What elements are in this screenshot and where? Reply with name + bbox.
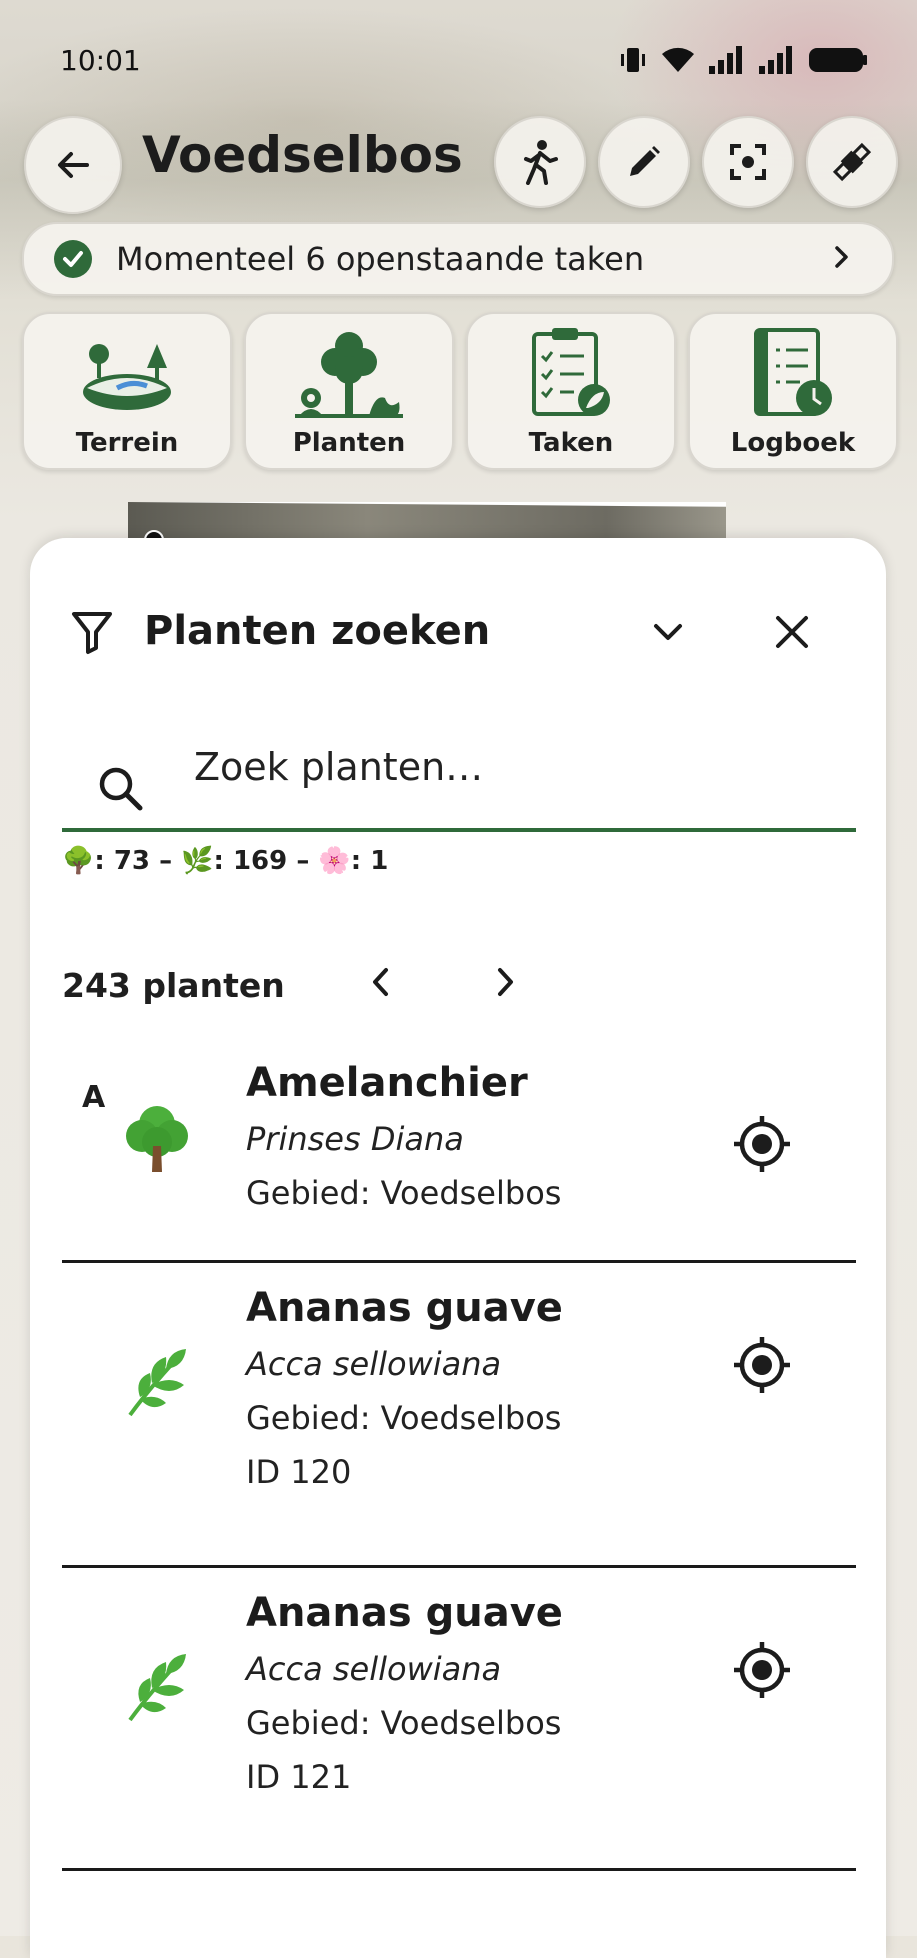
- plant-list-item[interactable]: A Amelanchier Prinses Diana Gebied: Voed…: [62, 1038, 856, 1263]
- plant-search-sheet: Planten zoeken 🌳: 73 – 🌿: 169 – 🌸: 1 243…: [30, 538, 886, 1958]
- sheet-header: Planten zoeken: [70, 608, 846, 668]
- plant-area: Gebied: Voedselbos: [246, 1399, 562, 1437]
- chevron-down-icon: [654, 624, 682, 640]
- plant-name: Amelanchier: [246, 1060, 528, 1106]
- plant-id: ID 120: [246, 1453, 352, 1491]
- terrain-icon: [83, 344, 171, 410]
- locate-button[interactable]: [732, 1335, 792, 1399]
- gps-target-icon: [734, 1642, 790, 1698]
- satellite-icon: [832, 142, 872, 182]
- focus-icon: [730, 144, 766, 180]
- map-preview[interactable]: [128, 502, 726, 550]
- next-page-button[interactable]: [484, 962, 524, 1006]
- tile-label: Planten: [292, 428, 406, 458]
- plant-latin-name: Acca sellowiana: [246, 1345, 502, 1383]
- satellite-button[interactable]: [806, 116, 898, 208]
- result-pager: 243 planten: [62, 962, 562, 1012]
- result-count: 243 planten: [62, 966, 285, 1005]
- tile-label: Taken: [528, 428, 614, 458]
- plant-list-item[interactable]: Ananas guave Acca sellowiana Gebied: Voe…: [62, 1568, 856, 1871]
- status-bar: 10:01: [60, 40, 869, 80]
- tile-planten[interactable]: Planten: [244, 312, 454, 470]
- close-icon: [776, 616, 808, 648]
- gps-target-icon: [734, 1116, 790, 1172]
- signal-icon-2: [757, 44, 797, 80]
- tasks-icon: [532, 328, 610, 416]
- check-circle-icon: [54, 240, 92, 278]
- search-icon: [96, 764, 146, 818]
- gps-target-icon: [734, 1337, 790, 1393]
- signal-icon: [707, 44, 747, 80]
- logbook-icon: [754, 328, 832, 416]
- plant-name: Ananas guave: [246, 1285, 563, 1331]
- edit-icon: [630, 146, 660, 176]
- herb-count: 169: [232, 846, 288, 876]
- edit-button[interactable]: [598, 116, 690, 208]
- close-button[interactable]: [770, 610, 814, 658]
- vibrate-icon: [617, 44, 649, 80]
- search-input[interactable]: [192, 738, 796, 796]
- battery-icon: [807, 44, 869, 80]
- herb-icon: [122, 1345, 192, 1423]
- tree-emoji: 🌳: [62, 846, 95, 876]
- plant-list-item[interactable]: Ananas guave Acca sellowiana Gebied: Voe…: [62, 1263, 856, 1568]
- tree-count: 73: [113, 846, 151, 876]
- plant-id: ID 121: [246, 1758, 352, 1796]
- tree-icon: [122, 1100, 192, 1178]
- status-time: 10:01: [60, 44, 141, 77]
- plant-latin-name: Prinses Diana: [246, 1120, 464, 1158]
- herb-emoji: 🌿: [181, 846, 214, 876]
- previous-page-button[interactable]: [362, 962, 402, 1006]
- flower-count: 1: [370, 846, 389, 876]
- tile-taken[interactable]: Taken: [466, 312, 676, 470]
- sheet-title: Planten zoeken: [144, 608, 491, 654]
- open-tasks-banner[interactable]: Momenteel 6 openstaande taken: [22, 222, 894, 296]
- tile-label: Terrein: [75, 428, 179, 458]
- herb-icon: [122, 1650, 192, 1728]
- flower-emoji: 🌸: [318, 846, 351, 876]
- page-title: Voedselbos: [142, 126, 463, 184]
- back-button[interactable]: [24, 116, 122, 214]
- locate-button[interactable]: [732, 1114, 792, 1178]
- chevron-left-icon: [373, 968, 388, 996]
- filter-icon: [70, 608, 114, 660]
- plant-name: Ananas guave: [246, 1590, 563, 1636]
- collapse-button[interactable]: [648, 612, 688, 656]
- plant-type-counts: 🌳: 73 – 🌿: 169 – 🌸: 1: [62, 846, 389, 876]
- plants-icon: [295, 332, 403, 418]
- plant-area: Gebied: Voedselbos: [246, 1704, 562, 1742]
- tile-label: Logboek: [730, 428, 856, 458]
- chevron-right-icon: [826, 242, 856, 276]
- open-tasks-text: Momenteel 6 openstaande taken: [116, 240, 645, 278]
- search-field[interactable]: [62, 718, 856, 832]
- walk-icon: [524, 140, 558, 185]
- tile-logboek[interactable]: Logboek: [688, 312, 898, 470]
- focus-button[interactable]: [702, 116, 794, 208]
- group-letter: A: [82, 1080, 106, 1115]
- tile-terrein[interactable]: Terrein: [22, 312, 232, 470]
- plant-area: Gebied: Voedselbos: [246, 1174, 562, 1212]
- wifi-icon: [659, 44, 697, 80]
- plant-latin-name: Acca sellowiana: [246, 1650, 502, 1688]
- chevron-right-icon: [498, 968, 513, 996]
- locate-button[interactable]: [732, 1640, 792, 1704]
- walk-mode-button[interactable]: [494, 116, 586, 208]
- map-image: [128, 502, 726, 542]
- arrow-left-icon: [58, 152, 89, 178]
